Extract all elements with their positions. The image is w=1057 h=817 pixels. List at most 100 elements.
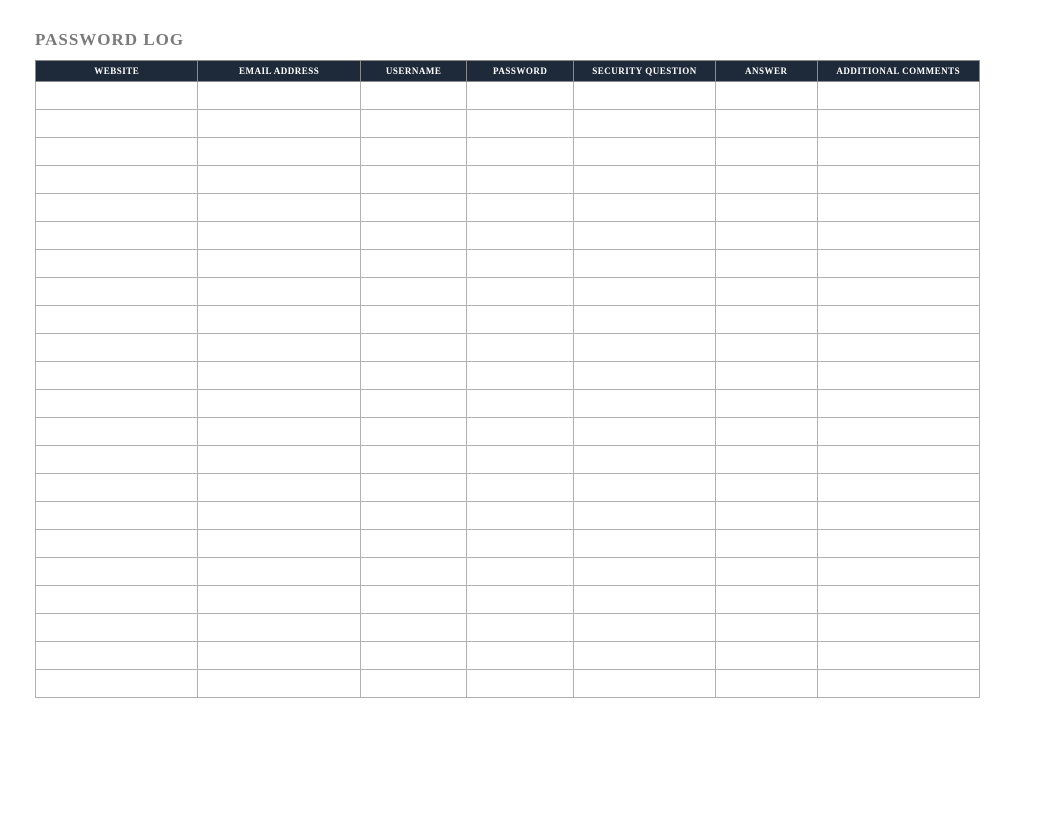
table-cell[interactable] — [467, 110, 574, 138]
table-cell[interactable] — [198, 586, 360, 614]
table-cell[interactable] — [716, 82, 818, 110]
table-cell[interactable] — [36, 614, 198, 642]
table-cell[interactable] — [467, 166, 574, 194]
table-cell[interactable] — [716, 502, 818, 530]
table-cell[interactable] — [716, 418, 818, 446]
table-cell[interactable] — [198, 614, 360, 642]
table-cell[interactable] — [36, 250, 198, 278]
table-cell[interactable] — [360, 278, 467, 306]
table-cell[interactable] — [573, 362, 715, 390]
table-cell[interactable] — [360, 334, 467, 362]
table-cell[interactable] — [467, 278, 574, 306]
table-cell[interactable] — [360, 586, 467, 614]
table-cell[interactable] — [573, 82, 715, 110]
table-cell[interactable] — [467, 530, 574, 558]
table-cell[interactable] — [467, 418, 574, 446]
table-cell[interactable] — [716, 586, 818, 614]
table-cell[interactable] — [817, 194, 979, 222]
table-cell[interactable] — [198, 278, 360, 306]
table-cell[interactable] — [467, 558, 574, 586]
table-cell[interactable] — [716, 530, 818, 558]
table-cell[interactable] — [716, 278, 818, 306]
table-cell[interactable] — [467, 502, 574, 530]
table-cell[interactable] — [360, 558, 467, 586]
table-cell[interactable] — [573, 334, 715, 362]
table-cell[interactable] — [716, 222, 818, 250]
table-cell[interactable] — [573, 502, 715, 530]
table-cell[interactable] — [573, 166, 715, 194]
table-cell[interactable] — [467, 250, 574, 278]
table-cell[interactable] — [573, 138, 715, 166]
table-cell[interactable] — [198, 222, 360, 250]
table-cell[interactable] — [36, 558, 198, 586]
table-cell[interactable] — [36, 530, 198, 558]
table-cell[interactable] — [36, 334, 198, 362]
table-cell[interactable] — [817, 502, 979, 530]
table-cell[interactable] — [36, 306, 198, 334]
table-cell[interactable] — [817, 166, 979, 194]
table-cell[interactable] — [716, 390, 818, 418]
table-cell[interactable] — [817, 82, 979, 110]
table-cell[interactable] — [817, 306, 979, 334]
table-cell[interactable] — [36, 390, 198, 418]
table-cell[interactable] — [817, 418, 979, 446]
table-cell[interactable] — [716, 110, 818, 138]
table-cell[interactable] — [360, 390, 467, 418]
table-cell[interactable] — [198, 250, 360, 278]
table-cell[interactable] — [360, 530, 467, 558]
table-cell[interactable] — [36, 418, 198, 446]
table-cell[interactable] — [360, 614, 467, 642]
table-cell[interactable] — [716, 642, 818, 670]
table-cell[interactable] — [36, 586, 198, 614]
table-cell[interactable] — [817, 390, 979, 418]
table-cell[interactable] — [817, 670, 979, 698]
table-cell[interactable] — [467, 306, 574, 334]
table-cell[interactable] — [817, 586, 979, 614]
table-cell[interactable] — [198, 362, 360, 390]
table-cell[interactable] — [36, 222, 198, 250]
table-cell[interactable] — [198, 642, 360, 670]
table-cell[interactable] — [716, 446, 818, 474]
table-cell[interactable] — [467, 390, 574, 418]
table-cell[interactable] — [198, 446, 360, 474]
table-cell[interactable] — [573, 558, 715, 586]
table-cell[interactable] — [716, 166, 818, 194]
table-cell[interactable] — [360, 110, 467, 138]
table-cell[interactable] — [360, 306, 467, 334]
table-cell[interactable] — [467, 222, 574, 250]
table-cell[interactable] — [817, 250, 979, 278]
table-cell[interactable] — [36, 642, 198, 670]
table-cell[interactable] — [198, 418, 360, 446]
table-cell[interactable] — [36, 110, 198, 138]
table-cell[interactable] — [573, 390, 715, 418]
table-cell[interactable] — [198, 530, 360, 558]
table-cell[interactable] — [360, 166, 467, 194]
table-cell[interactable] — [36, 474, 198, 502]
table-cell[interactable] — [36, 166, 198, 194]
table-cell[interactable] — [817, 334, 979, 362]
table-cell[interactable] — [716, 250, 818, 278]
table-cell[interactable] — [573, 194, 715, 222]
table-cell[interactable] — [716, 194, 818, 222]
table-cell[interactable] — [36, 446, 198, 474]
table-cell[interactable] — [573, 446, 715, 474]
table-cell[interactable] — [716, 474, 818, 502]
table-cell[interactable] — [817, 530, 979, 558]
table-cell[interactable] — [467, 194, 574, 222]
table-cell[interactable] — [716, 362, 818, 390]
table-cell[interactable] — [467, 670, 574, 698]
table-cell[interactable] — [198, 82, 360, 110]
table-cell[interactable] — [573, 614, 715, 642]
table-cell[interactable] — [467, 474, 574, 502]
table-cell[interactable] — [198, 502, 360, 530]
table-cell[interactable] — [817, 614, 979, 642]
table-cell[interactable] — [573, 278, 715, 306]
table-cell[interactable] — [360, 642, 467, 670]
table-cell[interactable] — [467, 334, 574, 362]
table-cell[interactable] — [198, 166, 360, 194]
table-cell[interactable] — [817, 446, 979, 474]
table-cell[interactable] — [467, 82, 574, 110]
table-cell[interactable] — [573, 306, 715, 334]
table-cell[interactable] — [817, 110, 979, 138]
table-cell[interactable] — [467, 362, 574, 390]
